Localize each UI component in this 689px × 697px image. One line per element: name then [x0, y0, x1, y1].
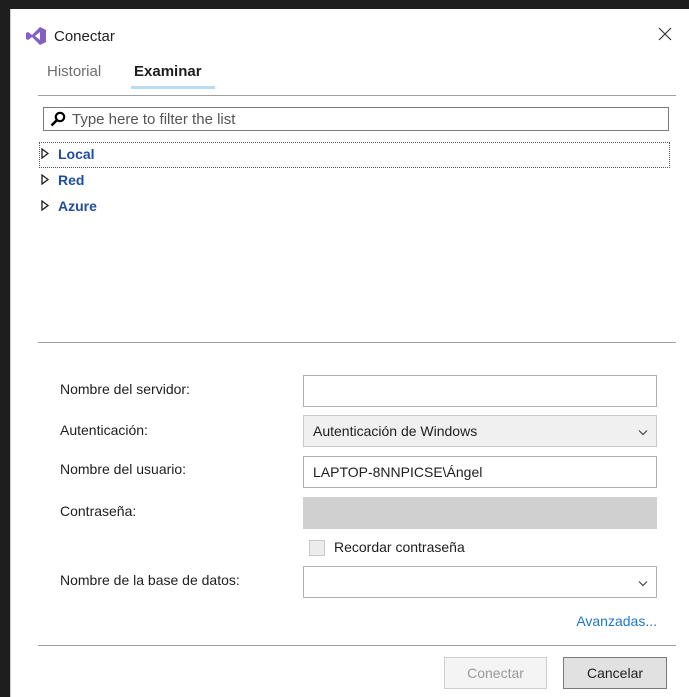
auth-label: Autenticación:: [60, 422, 148, 438]
tree-item-label: Red: [58, 172, 85, 188]
password-label: Contraseña:: [60, 503, 137, 519]
tab-examinar[interactable]: Examinar: [134, 63, 202, 80]
tree-item-red[interactable]: Red: [39, 168, 670, 194]
auth-select[interactable]: Autenticación de Windows: [303, 415, 657, 447]
tab-historial[interactable]: Historial: [47, 63, 101, 80]
background-strip: [0, 0, 689, 9]
visual-studio-logo-icon: [26, 27, 46, 45]
chevron-down-icon: [638, 581, 648, 587]
close-icon[interactable]: [654, 23, 676, 45]
tree-item-label: Azure: [58, 198, 97, 214]
server-name-input[interactable]: [303, 375, 657, 407]
search-icon: [50, 111, 66, 127]
user-value: LAPTOP-8NNPICSE\Ángel: [313, 464, 483, 480]
tree-item-local[interactable]: Local: [39, 142, 670, 168]
expand-arrow-icon[interactable]: [41, 174, 49, 185]
tree-item-label: Local: [58, 146, 95, 162]
divider: [38, 342, 676, 343]
filter-placeholder: Type here to filter the list: [72, 111, 236, 128]
database-select[interactable]: [303, 566, 657, 598]
title-bar: Conectar: [11, 9, 689, 57]
divider: [38, 645, 676, 646]
server-name-label: Nombre del servidor:: [60, 381, 190, 397]
server-tree: Local Red Azure: [39, 142, 670, 220]
expand-arrow-icon[interactable]: [41, 148, 49, 159]
tree-item-azure[interactable]: Azure: [39, 194, 670, 220]
window-title: Conectar: [54, 28, 115, 45]
password-input[interactable]: [303, 497, 657, 529]
user-label: Nombre del usuario:: [60, 461, 187, 477]
cancel-button[interactable]: Cancelar: [563, 657, 667, 689]
connect-dialog: Conectar Historial Examinar Type here to…: [10, 9, 689, 697]
expand-arrow-icon[interactable]: [41, 200, 49, 211]
user-input[interactable]: LAPTOP-8NNPICSE\Ángel: [303, 456, 657, 488]
auth-value: Autenticación de Windows: [313, 423, 478, 439]
active-tab-indicator: [131, 86, 215, 89]
advanced-link[interactable]: Avanzadas...: [576, 613, 657, 629]
filter-input[interactable]: Type here to filter the list: [43, 107, 669, 131]
remember-password-checkbox[interactable]: [309, 540, 325, 556]
database-label: Nombre de la base de datos:: [60, 572, 240, 588]
divider: [38, 95, 676, 96]
chevron-down-icon: [638, 430, 648, 436]
connect-button[interactable]: Conectar: [444, 657, 547, 689]
remember-password-label[interactable]: Recordar contraseña: [334, 539, 465, 555]
